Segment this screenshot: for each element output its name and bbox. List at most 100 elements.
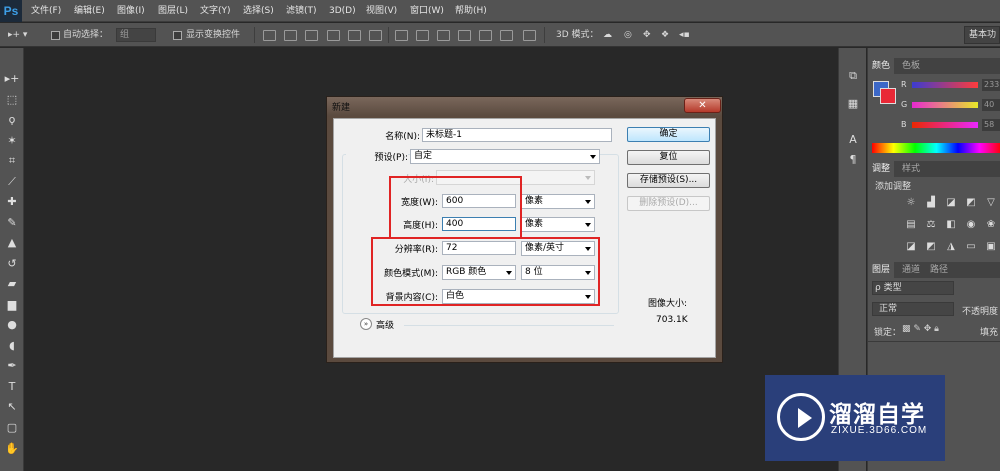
- auto-select-checkbox[interactable]: [51, 31, 60, 40]
- stamp-tool-icon[interactable]: ▲: [3, 234, 21, 252]
- auto-align-icon[interactable]: [523, 30, 536, 41]
- green-slider[interactable]: [912, 102, 978, 108]
- rectangle-tool-icon[interactable]: ▢: [3, 419, 21, 437]
- workspace-switcher[interactable]: 基本功: [964, 26, 1000, 44]
- gradient-map-icon[interactable]: ▭: [964, 241, 978, 253]
- eyedropper-tool-icon[interactable]: ⟋: [3, 173, 21, 191]
- paragraph-panel-icon[interactable]: ¶: [845, 152, 861, 168]
- menu-window[interactable]: 窗口(W): [410, 0, 444, 22]
- vibrance-icon[interactable]: ▽: [984, 197, 998, 209]
- close-button[interactable]: ✕: [684, 98, 721, 113]
- menu-type[interactable]: 文字(Y): [200, 0, 231, 22]
- hue-saturation-icon[interactable]: ▤: [904, 219, 918, 231]
- chevron-double-down-icon[interactable]: »: [360, 318, 372, 330]
- width-unit-dropdown[interactable]: 像素: [521, 194, 595, 209]
- lasso-tool-icon[interactable]: ϙ: [3, 111, 21, 129]
- menu-layer[interactable]: 图层(L): [158, 0, 188, 22]
- show-transform-checkbox[interactable]: [173, 31, 182, 40]
- align-hcenter-icon[interactable]: [348, 30, 361, 41]
- history-brush-tool-icon[interactable]: ↺: [3, 255, 21, 273]
- red-value[interactable]: 233: [982, 79, 1000, 91]
- dodge-tool-icon[interactable]: ◖: [3, 337, 21, 355]
- align-bottom-icon[interactable]: [305, 30, 318, 41]
- 3d-pan-icon[interactable]: ✥: [643, 28, 651, 42]
- distribute-right-icon[interactable]: [500, 30, 513, 41]
- blue-slider[interactable]: [912, 122, 978, 128]
- tab-layers[interactable]: 图层: [868, 262, 895, 278]
- red-slider[interactable]: [912, 82, 978, 88]
- character-panel-icon[interactable]: A: [845, 132, 861, 148]
- brush-tool-icon[interactable]: ✎: [3, 214, 21, 232]
- tab-adjustments[interactable]: 调整: [868, 161, 895, 177]
- pen-tool-icon[interactable]: ✒: [3, 357, 21, 375]
- move-tool-preset-icon[interactable]: ▸+ ▾: [8, 28, 27, 42]
- align-left-icon[interactable]: [327, 30, 340, 41]
- menu-image[interactable]: 图像(I): [117, 0, 145, 22]
- advanced-label[interactable]: 高级: [376, 318, 394, 331]
- distribute-hcenter-icon[interactable]: [479, 30, 492, 41]
- menu-view[interactable]: 视图(V): [366, 0, 397, 22]
- color-spectrum[interactable]: [872, 143, 1000, 153]
- 3d-scale-icon[interactable]: ◂▪: [679, 28, 690, 42]
- menu-file[interactable]: 文件(F): [31, 0, 61, 22]
- menu-help[interactable]: 帮助(H): [455, 0, 487, 22]
- green-value[interactable]: 40: [982, 99, 1000, 111]
- curves-icon[interactable]: ◪: [944, 197, 958, 209]
- blend-mode-dropdown[interactable]: 正常: [872, 302, 954, 316]
- menu-edit[interactable]: 编辑(E): [74, 0, 105, 22]
- gradient-tool-icon[interactable]: ▆: [3, 296, 21, 314]
- align-vcenter-icon[interactable]: [284, 30, 297, 41]
- blue-value[interactable]: 58: [982, 119, 1000, 131]
- posterize-icon[interactable]: ◩: [924, 241, 938, 253]
- distribute-vcenter-icon[interactable]: [416, 30, 429, 41]
- height-unit-dropdown[interactable]: 像素: [521, 217, 595, 232]
- preset-dropdown[interactable]: 自定: [410, 149, 600, 164]
- tab-color[interactable]: 颜色: [868, 58, 895, 74]
- menu-filter[interactable]: 滤镜(T): [286, 0, 317, 22]
- tab-swatches[interactable]: 色板: [898, 58, 924, 74]
- eraser-tool-icon[interactable]: ▰: [3, 275, 21, 293]
- 3d-rotate-icon[interactable]: ☁: [603, 28, 612, 42]
- lock-icons[interactable]: ▩ ✎ ✥ 🔒︎: [902, 324, 939, 334]
- blur-tool-icon[interactable]: ●: [3, 316, 21, 334]
- actions-panel-icon[interactable]: ▦: [845, 96, 861, 112]
- tab-styles[interactable]: 样式: [898, 161, 924, 177]
- history-panel-icon[interactable]: ⧉: [845, 68, 861, 84]
- tab-paths[interactable]: 路径: [926, 262, 952, 278]
- healing-brush-tool-icon[interactable]: ✚: [3, 193, 21, 211]
- menu-select[interactable]: 选择(S): [243, 0, 274, 22]
- ok-button[interactable]: 确定: [627, 127, 710, 142]
- auto-select-dropdown[interactable]: 组: [116, 28, 156, 42]
- distribute-bottom-icon[interactable]: [437, 30, 450, 41]
- magic-wand-tool-icon[interactable]: ✶: [3, 132, 21, 150]
- distribute-top-icon[interactable]: [395, 30, 408, 41]
- photo-filter-icon[interactable]: ◉: [964, 219, 978, 231]
- threshold-icon[interactable]: ◮: [944, 241, 958, 253]
- path-selection-tool-icon[interactable]: ↖: [3, 398, 21, 416]
- exposure-icon[interactable]: ◩: [964, 197, 978, 209]
- align-top-icon[interactable]: [263, 30, 276, 41]
- invert-icon[interactable]: ◪: [904, 241, 918, 253]
- distribute-left-icon[interactable]: [458, 30, 471, 41]
- dialog-titlebar[interactable]: 新建 ✕: [327, 97, 722, 116]
- menu-3d[interactable]: 3D(D): [329, 0, 356, 22]
- layer-filter-dropdown[interactable]: ρ 类型: [872, 281, 954, 295]
- 3d-roll-icon[interactable]: ◎: [624, 28, 632, 42]
- reset-button[interactable]: 复位: [627, 150, 710, 165]
- crop-tool-icon[interactable]: ⌗: [3, 152, 21, 170]
- move-tool-icon[interactable]: ▸+: [3, 70, 21, 88]
- background-color-swatch[interactable]: [880, 88, 896, 104]
- type-tool-icon[interactable]: T: [3, 378, 21, 396]
- black-white-icon[interactable]: ◧: [944, 219, 958, 231]
- tab-channels[interactable]: 通道: [898, 262, 924, 278]
- hand-tool-icon[interactable]: ✋: [3, 440, 21, 458]
- save-preset-button[interactable]: 存储预设(S)...: [627, 173, 710, 188]
- color-balance-icon[interactable]: ⚖: [924, 219, 938, 231]
- selective-color-icon[interactable]: ▣: [984, 241, 998, 253]
- 3d-slide-icon[interactable]: ❖: [661, 28, 669, 42]
- levels-icon[interactable]: ▟: [924, 197, 938, 209]
- channel-mixer-icon[interactable]: ❀: [984, 219, 998, 231]
- name-input[interactable]: 未标题-1: [422, 128, 612, 142]
- align-right-icon[interactable]: [369, 30, 382, 41]
- brightness-icon[interactable]: ☼: [904, 197, 918, 209]
